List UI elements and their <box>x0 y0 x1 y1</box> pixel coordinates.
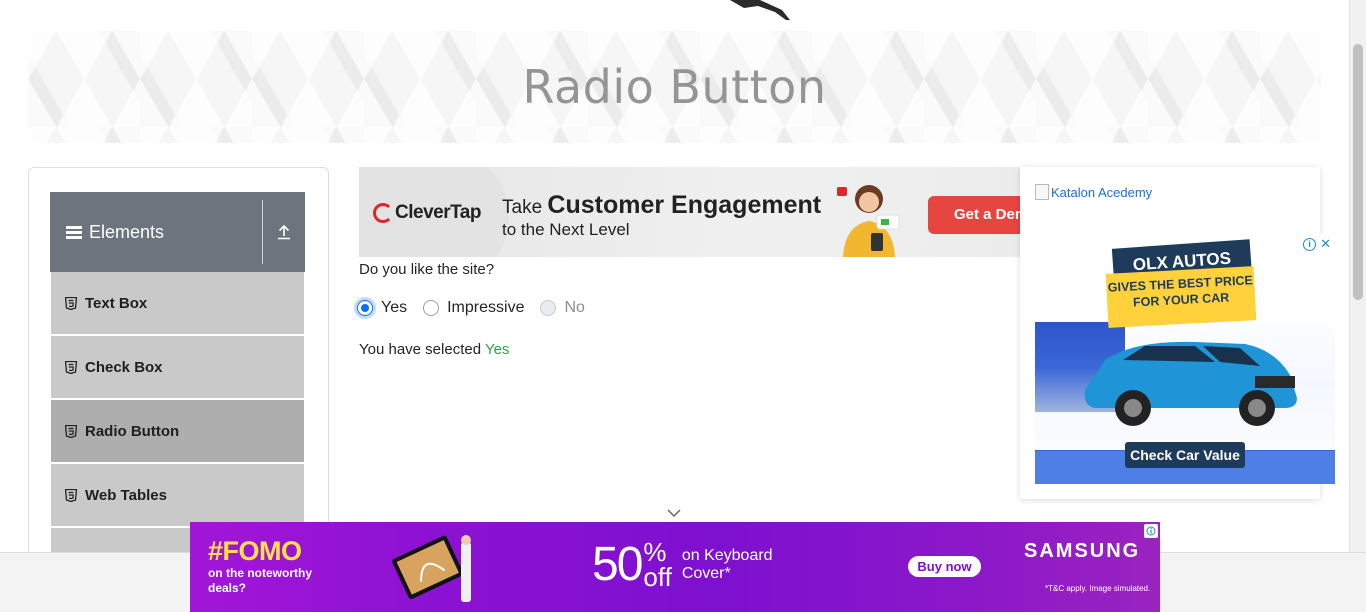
radio-no: No <box>540 299 585 317</box>
buy-now-button[interactable]: Buy now <box>908 556 981 577</box>
upload-arrow-icon <box>278 224 290 240</box>
html5-icon <box>65 424 77 438</box>
sidebar-item-label: Text Box <box>85 294 148 312</box>
ad-controls: i ✕ <box>1303 236 1331 252</box>
elements-group-title[interactable]: Elements <box>50 222 262 243</box>
samsung-bottom-ad[interactable]: #FOMO on the noteworthy deals? 50 % off … <box>190 522 1160 612</box>
samsung-logo: SAMSUNG <box>1024 540 1141 562</box>
sidebar-item-label: Web Tables <box>85 486 167 504</box>
ad-tagline: Take Customer Engagement to the Next Lev… <box>502 191 821 239</box>
selection-result: You have selected Yes <box>359 341 509 358</box>
ad-info-icon[interactable]: i <box>1303 237 1317 251</box>
olx-slogan: GIVES THE BEST PRICE FOR YOUR CAR <box>1105 266 1257 328</box>
ad-close-icon[interactable]: ✕ <box>1320 236 1331 252</box>
tagline-bold: Customer Engagement <box>547 191 822 219</box>
page-title: Radio Button <box>522 60 827 114</box>
olx-autos-ad[interactable]: i ✕ OLX AUTOS GIVES THE BEST PRICE FOR Y… <box>1035 234 1335 484</box>
clevertap-ad-banner[interactable]: CleverTap Take Customer Engagement to th… <box>359 167 1021 257</box>
radio-group: Yes Impressive No <box>357 299 601 317</box>
ad-person-image <box>837 185 900 257</box>
fomo-headline: #FOMO on the noteworthy deals? <box>208 538 312 596</box>
fomo-sub1: on the noteworthy <box>208 566 312 580</box>
radio-impressive-input[interactable] <box>423 300 440 316</box>
katalon-ad-link[interactable]: Katalon Acedemy <box>1035 184 1152 200</box>
radio-no-label: No <box>564 299 585 316</box>
sidebar-item-check-box[interactable]: Check Box <box>51 336 304 398</box>
radio-impressive[interactable]: Impressive <box>423 299 524 317</box>
sidebar-item-label: Check Box <box>85 358 163 376</box>
page-header-banner: Radio Button <box>28 31 1321 143</box>
fomo-sub2: deals? <box>208 581 247 596</box>
sidebar-item-web-tables[interactable]: Web Tables <box>51 464 304 526</box>
adchoices-icon[interactable] <box>1144 524 1158 538</box>
result-prefix: You have selected <box>359 341 485 358</box>
site-logo-fragment[interactable] <box>700 0 800 20</box>
radio-impressive-label[interactable]: Impressive <box>447 299 524 317</box>
car-image <box>1084 341 1297 426</box>
tagline-prefix: Take <box>502 197 548 218</box>
ad-terms: *T&C apply. Image simulated. <box>1045 584 1151 593</box>
radio-yes-input[interactable] <box>357 300 373 316</box>
check-car-value-button[interactable]: Check Car Value <box>1125 442 1245 468</box>
scrollbar-thumb[interactable] <box>1353 44 1363 300</box>
clevertap-logo: CleverTap <box>373 202 481 224</box>
html5-icon <box>65 488 77 502</box>
radio-yes[interactable]: Yes <box>357 299 407 317</box>
sidebar-item-text-box[interactable]: Text Box <box>51 272 304 334</box>
ad-brand-name: CleverTap <box>395 202 481 223</box>
html5-icon <box>65 296 77 310</box>
collapse-button[interactable] <box>263 192 305 272</box>
percent-sign: % <box>643 537 667 567</box>
tagline-line2: to the Next Level <box>502 219 630 239</box>
radio-question: Do you like the site? <box>359 261 495 278</box>
radio-no-input <box>540 300 557 316</box>
broken-image-icon <box>1035 184 1049 200</box>
discount-offer: 50 % off on Keyboard Cover* <box>592 537 773 592</box>
sidebar-item-label: Radio Button <box>85 422 180 440</box>
elements-group-header[interactable]: Elements <box>50 192 305 272</box>
discount-percent: 50 <box>592 537 643 591</box>
radio-yes-label[interactable]: Yes <box>381 299 407 317</box>
clevertap-c-icon <box>373 203 393 223</box>
result-value: Yes <box>484 341 510 358</box>
keyboard-cover-image <box>392 535 471 602</box>
chevron-down-icon[interactable] <box>666 508 682 518</box>
get-demo-button[interactable]: Get a Demo <box>928 196 1021 234</box>
sidebar-item-radio-button[interactable]: Radio Button <box>51 400 304 462</box>
elements-menu-list: Text Box Check Box Radio Button Web Tabl… <box>51 272 304 556</box>
fomo-title: #FOMO <box>208 536 302 566</box>
off-label: off <box>643 561 672 592</box>
group-title-label: Elements <box>89 221 165 242</box>
offer-desc1: on Keyboard <box>681 547 773 565</box>
page-scrollbar[interactable] <box>1349 0 1366 552</box>
hamburger-icon <box>66 225 82 239</box>
katalon-alt-text[interactable]: Katalon Acedemy <box>1051 185 1152 200</box>
offer-desc2: Cover* <box>681 564 731 582</box>
html5-icon <box>65 360 77 374</box>
